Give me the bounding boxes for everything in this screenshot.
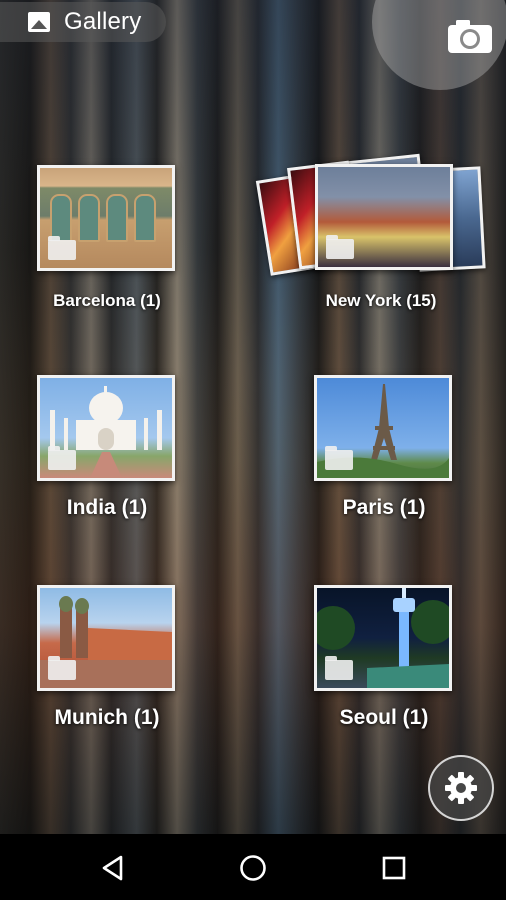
album-thumbnail: [37, 585, 175, 691]
folder-icon: [48, 656, 76, 680]
recents-square-icon: [382, 856, 406, 880]
album-thumbnail: [314, 585, 452, 691]
album-label: Barcelona (1): [53, 291, 161, 310]
navigation-bar: [0, 834, 506, 900]
folder-icon: [48, 446, 76, 470]
album-label: Paris (1): [342, 496, 426, 519]
album-label: New York (15): [325, 291, 437, 310]
folder-icon: [48, 236, 76, 260]
folder-icon: [326, 235, 354, 259]
app-header[interactable]: Gallery: [0, 2, 166, 42]
folder-icon: [325, 656, 353, 680]
album-label: Seoul (1): [339, 706, 429, 729]
folder-icon: [325, 446, 353, 470]
home-button[interactable]: [231, 846, 275, 890]
album-thumbnail: [314, 375, 452, 481]
album-label: Munich (1): [54, 706, 160, 729]
settings-button[interactable]: [428, 755, 494, 821]
album-thumbnail: [37, 375, 175, 481]
home-circle-icon: [240, 855, 266, 881]
gallery-screen: Gallery Barcelona (1) New York (15) Indi…: [0, 0, 506, 834]
recents-button[interactable]: [372, 846, 416, 890]
album-thumbnail: [37, 165, 175, 271]
app-title: Gallery: [64, 8, 142, 35]
back-button[interactable]: [91, 846, 135, 890]
album-label: India (1): [66, 496, 148, 519]
gallery-image-icon: [28, 12, 50, 32]
camera-icon[interactable]: [446, 18, 494, 54]
back-triangle-icon: [102, 855, 123, 881]
gear-icon: [445, 772, 477, 804]
album-thumbnail: [315, 164, 453, 270]
